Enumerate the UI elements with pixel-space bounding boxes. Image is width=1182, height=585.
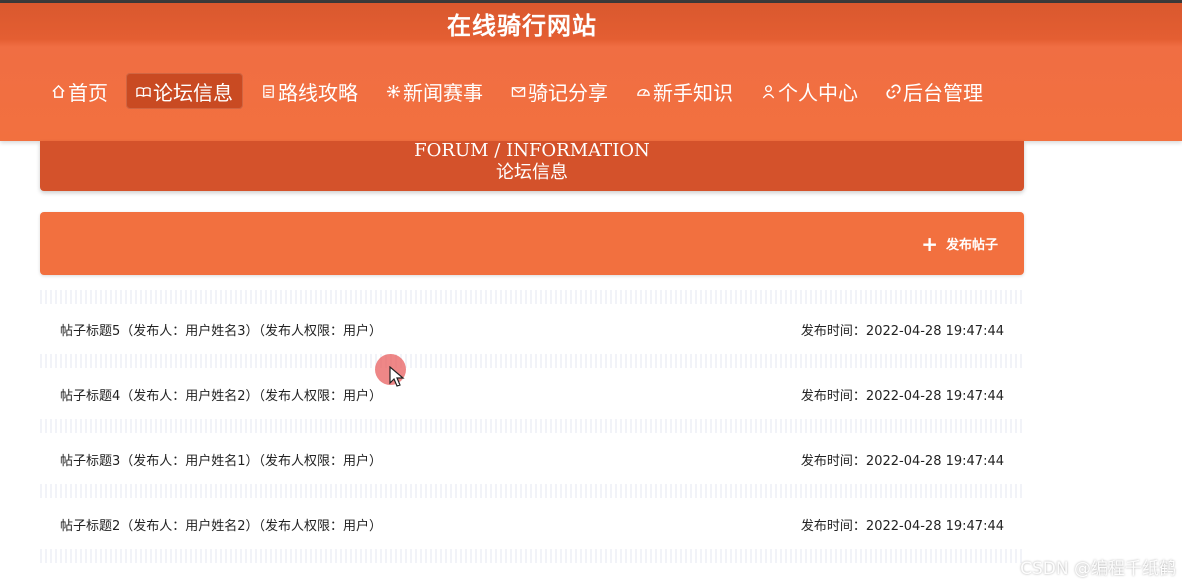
nav-item-label: 新手知识 (653, 80, 733, 105)
post-time: 发布时间：2022-04-28 19:47:44 (800, 453, 1004, 469)
action-bar: + 发布帖子 (40, 212, 1024, 275)
post-title[interactable]: 帖子标题3（发布人：用户姓名1）（发布人权限：用户） (60, 450, 382, 469)
nav-item-label: 首页 (68, 80, 108, 105)
nav-item-forum[interactable]: 论坛信息 (126, 73, 243, 109)
plus-icon: + (921, 231, 938, 256)
list-item[interactable]: 帖子标题2（发布人：用户姓名2）（发布人权限：用户） 发布时间：2022-04-… (40, 509, 1024, 539)
row-divider (40, 549, 1024, 563)
nav-item-knowledge[interactable]: 新手知识 (626, 73, 743, 109)
nav-item-admin[interactable]: 后台管理 (876, 73, 993, 109)
nav-item-label: 路线攻略 (278, 80, 358, 105)
nav-item-label: 骑记分享 (528, 80, 608, 105)
row-divider (40, 290, 1024, 304)
publish-post-button[interactable]: + 发布帖子 (921, 231, 998, 256)
home-icon (51, 84, 66, 99)
dashboard-icon (636, 84, 651, 99)
post-title[interactable]: 帖子标题4（发布人：用户姓名2）（发布人权限：用户） (60, 385, 382, 404)
post-title[interactable]: 帖子标题2（发布人：用户姓名2）（发布人权限：用户） (60, 515, 382, 534)
nav-item-label: 论坛信息 (153, 80, 233, 105)
banner-title-en: FORUM / INFORMATION (414, 140, 650, 161)
list-item[interactable]: 帖子标题4（发布人：用户姓名2）（发布人权限：用户） 发布时间：2022-04-… (40, 379, 1024, 409)
site-title: 在线骑行网站 (447, 12, 597, 40)
post-time: 发布时间：2022-04-28 19:47:44 (800, 323, 1004, 339)
nav-item-profile[interactable]: 个人中心 (751, 73, 868, 109)
list-item[interactable]: 帖子标题3（发布人：用户姓名1）（发布人权限：用户） 发布时间：2022-04-… (40, 444, 1024, 474)
nav-item-news[interactable]: 新闻赛事 (376, 73, 493, 109)
mail-icon (511, 84, 526, 99)
site-header: 在线骑行网站 首页 论坛信息 路线攻略 新闻赛事 骑记分享 新手知识 个人中心 … (0, 3, 1182, 141)
row-divider (40, 354, 1024, 368)
row-divider (40, 484, 1024, 498)
row-divider (40, 419, 1024, 433)
banner-title-cn: 论坛信息 (496, 162, 568, 183)
forum-icon (136, 84, 151, 99)
nav-item-label: 个人中心 (778, 80, 858, 105)
nav-item-label: 后台管理 (903, 80, 983, 105)
page-banner: FORUM / INFORMATION 论坛信息 (40, 141, 1024, 191)
news-icon (386, 84, 401, 99)
list-item[interactable]: 帖子标题5（发布人：用户姓名3）（发布人权限：用户） 发布时间：2022-04-… (40, 314, 1024, 344)
nav-item-label: 新闻赛事 (403, 80, 483, 105)
post-time: 发布时间：2022-04-28 19:47:44 (800, 388, 1004, 404)
post-title[interactable]: 帖子标题5（发布人：用户姓名3）（发布人权限：用户） (60, 320, 382, 339)
post-time: 发布时间：2022-04-28 19:47:44 (800, 518, 1004, 534)
user-icon (761, 84, 776, 99)
publish-post-label: 发布帖子 (945, 238, 998, 253)
route-icon (261, 84, 276, 99)
nav-item-route[interactable]: 路线攻略 (251, 73, 368, 109)
mouse-cursor-icon (389, 366, 405, 387)
watermark: CSDN @编程千纸鹤 (1020, 559, 1176, 579)
link-icon (886, 83, 901, 99)
nav-item-share[interactable]: 骑记分享 (501, 73, 618, 109)
main-nav: 首页 论坛信息 路线攻略 新闻赛事 骑记分享 新手知识 个人中心 后台管理 (41, 73, 1001, 109)
nav-item-home[interactable]: 首页 (41, 73, 118, 109)
